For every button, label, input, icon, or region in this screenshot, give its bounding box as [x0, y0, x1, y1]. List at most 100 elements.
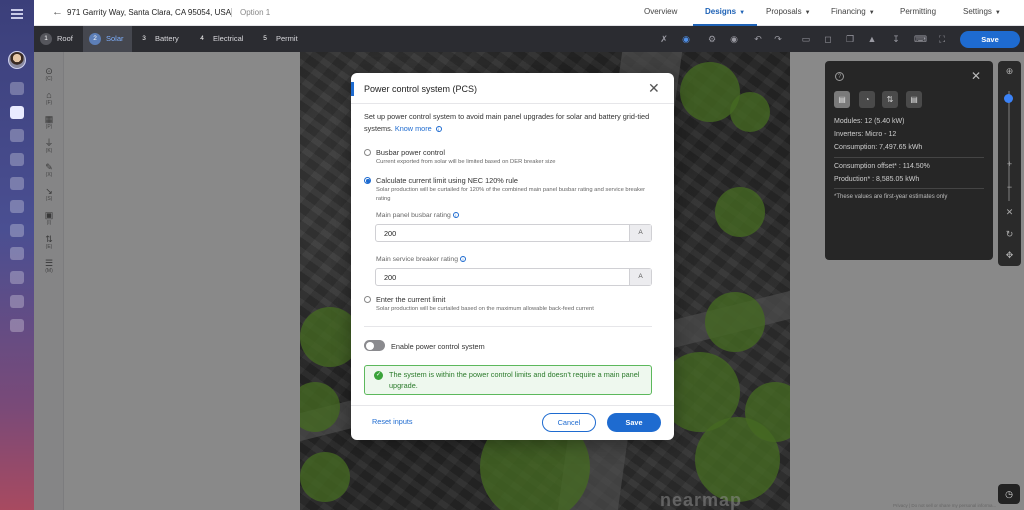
- step-battery[interactable]: 3 Battery: [138, 26, 179, 52]
- busbar-power-control-label[interactable]: Busbar power control: [376, 148, 445, 157]
- step-permit[interactable]: 5 Permit: [259, 26, 297, 52]
- amps-unit: A: [629, 269, 651, 285]
- help-icon[interactable]: ?: [835, 72, 844, 81]
- nav-financing[interactable]: Financing ▼: [831, 0, 875, 26]
- chevron-down-icon: ▼: [739, 10, 746, 16]
- tools-icon[interactable]: ✗: [658, 33, 670, 45]
- undo-icon[interactable]: ↶: [752, 33, 764, 45]
- sign-out-icon[interactable]: [10, 319, 24, 332]
- nav-proposals[interactable]: Proposals ▼: [766, 0, 811, 26]
- zoom-slider-handle[interactable]: [1004, 94, 1013, 103]
- map-controls: ⊕ + − ✕ ↻ ✥: [998, 61, 1021, 266]
- list-icon[interactable]: [10, 177, 24, 190]
- close-icon[interactable]: ✕: [971, 69, 981, 83]
- enable-pcs-toggle[interactable]: [364, 340, 385, 351]
- sort-icon[interactable]: ⇅: [882, 91, 898, 108]
- zoom-in-icon[interactable]: +: [1003, 158, 1016, 171]
- step-roof[interactable]: 1 Roof: [40, 26, 73, 52]
- panel-divider: [834, 157, 984, 158]
- modules-value: Modules: 12 (5.40 kW): [834, 118, 905, 125]
- summary-icon[interactable]: ▤: [906, 91, 922, 108]
- busbar-power-control-radio[interactable]: [364, 149, 371, 156]
- production-value: Production* : 8,585.05 kWh: [834, 176, 920, 183]
- breaker-rating-label: Main service breaker rating i: [376, 256, 466, 263]
- design-toolbar: 1 Roof 2 Solar 3 Battery 4 Electrical 5 Permi…: [34, 26, 1024, 52]
- step-electrical[interactable]: 4 Electrical: [196, 26, 243, 52]
- report-icon[interactable]: [10, 271, 24, 284]
- gear-icon[interactable]: [10, 153, 24, 166]
- system-info-panel: ? ✕ ▤ ◔ ⇅ ▤ Modules: 12 (5.40 kW) Invert…: [825, 61, 993, 260]
- left-rail: [0, 0, 34, 510]
- download-icon[interactable]: ↧: [890, 33, 902, 45]
- consumption-value: Consumption: 7,497.65 kWh: [834, 144, 923, 151]
- avatar[interactable]: [8, 51, 26, 69]
- know-more-link[interactable]: Know more: [395, 124, 432, 133]
- modal-description: Set up power control system to avoid mai…: [364, 112, 650, 133]
- title-accent: [351, 82, 354, 96]
- enter-current-limit-radio[interactable]: [364, 296, 371, 303]
- nec-120-rule-label[interactable]: Calculate current limit using NEC 120% r…: [376, 176, 518, 185]
- bar-chart-icon[interactable]: ▤: [834, 91, 850, 108]
- project-address: 971 Garrity Way, Santa Clara, CA 95054, …: [67, 8, 232, 17]
- breaker-rating-input[interactable]: 200 A: [375, 268, 652, 286]
- info-icon: i: [459, 256, 466, 263]
- busbar-rating-input[interactable]: 200 A: [375, 224, 652, 242]
- move-icon[interactable]: ✥: [1003, 249, 1016, 262]
- rotate-icon[interactable]: ↻: [1003, 228, 1016, 241]
- enter-current-limit-label[interactable]: Enter the current limit: [376, 295, 445, 304]
- help-icon[interactable]: [10, 295, 24, 308]
- section-divider: [364, 326, 652, 327]
- history-icon[interactable]: ◷: [998, 484, 1020, 504]
- target-icon[interactable]: ◉: [680, 33, 692, 45]
- header-divider: [351, 103, 674, 104]
- step-solar[interactable]: 2 Solar: [83, 26, 132, 52]
- footer-links[interactable]: Privacy | Do not sell or share my person…: [893, 503, 996, 508]
- eye-icon[interactable]: ◉: [728, 33, 740, 45]
- pcs-modal: Power control system (PCS) ✕ Set up powe…: [351, 73, 674, 440]
- gauge-icon[interactable]: ◔: [859, 91, 875, 108]
- document-icon[interactable]: [10, 224, 24, 237]
- dashboard-icon[interactable]: [10, 82, 24, 95]
- expand-icon[interactable]: ⛶: [936, 33, 948, 45]
- nav-designs[interactable]: Designs ▼: [693, 0, 758, 26]
- reset-inputs-button[interactable]: Reset inputs: [372, 417, 413, 426]
- check-circle-icon: ✓: [374, 371, 383, 380]
- consumption-offset-value: Consumption offset* : 114.50%: [834, 163, 930, 170]
- cancel-button[interactable]: Cancel: [542, 413, 596, 432]
- amps-unit: A: [629, 225, 651, 241]
- calendar-icon[interactable]: [10, 129, 24, 142]
- nav-settings[interactable]: Settings ▼: [963, 0, 1001, 26]
- chevron-down-icon: ▼: [994, 10, 1001, 16]
- nav-permitting[interactable]: Permitting: [900, 0, 936, 26]
- busbar-power-control-help: Current exported from solar will be limi…: [376, 159, 556, 165]
- layers-icon[interactable]: ▭: [800, 33, 812, 45]
- collapse-icon[interactable]: ✕: [1003, 206, 1016, 219]
- keyboard-icon[interactable]: ⌨: [914, 33, 927, 45]
- redo-icon[interactable]: ↷: [772, 33, 784, 45]
- nec-120-rule-help: Solar production will be curtailed for 1…: [376, 187, 646, 202]
- info-icon: i: [435, 125, 442, 132]
- copy-icon[interactable]: ❐: [844, 33, 856, 45]
- busbar-rating-label: Main panel busbar rating i: [376, 212, 459, 219]
- settings-icon[interactable]: ⚙: [706, 33, 718, 45]
- info-icon: i: [452, 212, 459, 219]
- save-button[interactable]: Save: [607, 413, 661, 432]
- top-header: ← 971 Garrity Way, Santa Clara, CA 95054…: [34, 0, 1024, 26]
- close-icon[interactable]: ✕: [648, 80, 660, 97]
- 3d-icon[interactable]: ◻: [822, 33, 834, 45]
- nav-overview[interactable]: Overview: [644, 0, 677, 26]
- footer-divider: [351, 405, 674, 406]
- projects-icon[interactable]: [10, 106, 24, 119]
- back-arrow-icon[interactable]: ←: [52, 6, 63, 18]
- nec-120-rule-radio[interactable]: [364, 177, 371, 184]
- toolbar-save-button[interactable]: Save: [960, 31, 1020, 48]
- compass-icon[interactable]: ⊕: [1003, 65, 1016, 78]
- shading-icon[interactable]: ▲: [866, 33, 878, 45]
- chevron-down-icon: ▼: [804, 10, 811, 16]
- design-option-label[interactable]: Option 1: [231, 8, 270, 17]
- inbox-icon[interactable]: [10, 200, 24, 213]
- hamburger-menu-icon[interactable]: [11, 9, 23, 19]
- zoom-out-icon[interactable]: −: [1003, 181, 1016, 194]
- folder-icon[interactable]: [10, 247, 24, 260]
- estimate-note: *These values are first-year estimates o…: [834, 194, 948, 200]
